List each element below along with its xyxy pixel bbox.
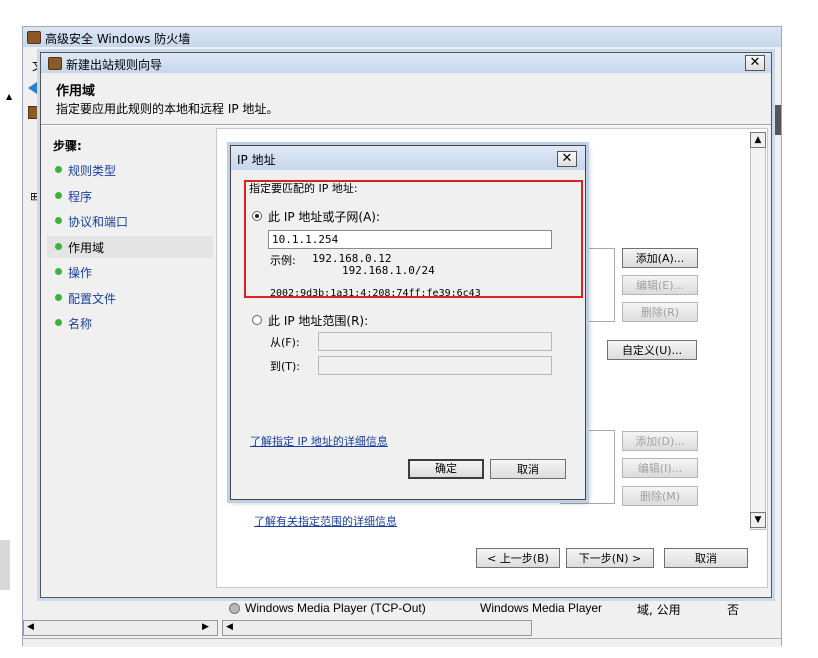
step-dot-icon bbox=[55, 242, 62, 250]
tree-expand-icon[interactable]: ⊞ bbox=[30, 190, 39, 203]
customize-button[interactable]: 自定义(U)... bbox=[607, 340, 697, 360]
ip-dialog-titlebar[interactable] bbox=[231, 146, 585, 170]
nav-back-icon[interactable] bbox=[28, 82, 37, 94]
step-item: 配置文件 bbox=[68, 291, 117, 306]
next-button[interactable]: 下一步(N) > bbox=[566, 548, 654, 568]
wizard-heading: 作用域 bbox=[56, 84, 96, 99]
left-hscroll-right-icon[interactable]: ▶ bbox=[202, 622, 209, 632]
ok-button[interactable]: 确定 bbox=[408, 459, 484, 479]
remote-edit-button[interactable]: 编辑(I)... bbox=[622, 458, 698, 478]
step-item: 名称 bbox=[68, 317, 93, 331]
scroll-down-icon[interactable]: ▼ bbox=[750, 512, 766, 528]
remote-remove-button[interactable]: 删除(M) bbox=[622, 486, 698, 506]
to-label: 到(T): bbox=[270, 360, 301, 373]
bg-row-profile: 域, 公用 bbox=[637, 603, 681, 617]
scroll-up-icon[interactable]: ▲ bbox=[750, 132, 766, 148]
learn-scope-link[interactable]: 了解有关指定范围的详细信息 bbox=[254, 513, 397, 529]
wizard-app-icon bbox=[48, 57, 62, 70]
step-dot-icon bbox=[55, 293, 62, 301]
steps-label: 步骤: bbox=[53, 139, 82, 153]
left-edge-arrow-icon[interactable]: ▲ bbox=[6, 92, 12, 101]
left-hscroll-left-icon[interactable]: ◀ bbox=[27, 622, 34, 632]
bg-row-icon bbox=[229, 603, 240, 614]
example-ipv6: 2002:9d3b:1a31:4:208:74ff:fe39:6c43 bbox=[270, 288, 481, 299]
step-item: 规则类型 bbox=[68, 164, 117, 178]
status-bar bbox=[23, 638, 781, 647]
local-add-button[interactable]: 添加(A)... bbox=[622, 248, 698, 268]
single-ip-radio[interactable] bbox=[252, 211, 262, 221]
wizard-title: 新建出站规则向导 bbox=[66, 58, 163, 72]
ip-dialog-title: IP 地址 bbox=[237, 153, 276, 167]
ip-prompt: 指定要匹配的 IP 地址: bbox=[249, 182, 358, 195]
step-dot-icon bbox=[55, 268, 62, 275]
remote-add-button[interactable]: 添加(D)... bbox=[622, 431, 698, 451]
example-label: 示例: bbox=[270, 254, 296, 267]
ip-address-value: 10.1.1.254 bbox=[272, 233, 339, 246]
ip-dialog-close-button[interactable]: ✕ bbox=[557, 151, 577, 167]
example-subnet: 192.168.1.0/24 bbox=[342, 264, 435, 277]
from-input[interactable] bbox=[318, 332, 552, 351]
ip-cancel-button[interactable]: 取消 bbox=[490, 459, 566, 479]
cancel-button[interactable]: 取消 bbox=[664, 548, 748, 568]
firewall-title: 高级安全 Windows 防火墙 bbox=[45, 32, 191, 46]
back-button[interactable]: < 上一步(B) bbox=[476, 548, 560, 568]
left-hscrollbar[interactable] bbox=[23, 620, 218, 636]
left-panel-strip bbox=[0, 540, 10, 590]
step-dot-icon bbox=[55, 217, 62, 224]
range-label[interactable]: 此 IP 地址范围(R): bbox=[268, 312, 368, 329]
right-scroll-strip bbox=[772, 105, 781, 135]
bg-row-group: Windows Media Player bbox=[480, 601, 603, 615]
wizard-description: 指定要应用此规则的本地和远程 IP 地址。 bbox=[56, 102, 279, 116]
range-radio[interactable] bbox=[252, 315, 262, 325]
right-hscroll-left-icon[interactable]: ◀ bbox=[226, 622, 233, 632]
bg-row-enabled: 否 bbox=[727, 603, 740, 617]
step-item: 作用域 bbox=[68, 240, 105, 255]
local-remove-button[interactable]: 删除(R) bbox=[622, 302, 698, 322]
local-edit-button[interactable]: 编辑(E)... bbox=[622, 275, 698, 295]
ip-learn-link[interactable]: 了解指定 IP 地址的详细信息 bbox=[250, 433, 388, 449]
step-item: 程序 bbox=[68, 189, 93, 204]
bg-row-name[interactable]: Windows Media Player (TCP-Out) bbox=[245, 601, 426, 615]
ip-address-input[interactable]: 10.1.1.254 bbox=[268, 230, 552, 249]
step-item: 操作 bbox=[68, 266, 93, 280]
step-item: 协议和端口 bbox=[68, 215, 129, 229]
to-input[interactable] bbox=[318, 356, 552, 375]
step-dot-icon bbox=[55, 319, 62, 326]
from-label: 从(F): bbox=[270, 336, 300, 349]
step-dot-icon bbox=[55, 166, 62, 173]
right-hscrollbar[interactable] bbox=[222, 620, 532, 636]
content-vscrollbar[interactable] bbox=[750, 132, 766, 530]
wizard-header-separator bbox=[41, 124, 771, 126]
single-ip-label[interactable]: 此 IP 地址或子网(A): bbox=[268, 208, 380, 225]
step-dot-icon bbox=[55, 191, 62, 199]
wizard-close-button[interactable]: ✕ bbox=[745, 55, 765, 71]
firewall-app-icon bbox=[27, 31, 41, 44]
